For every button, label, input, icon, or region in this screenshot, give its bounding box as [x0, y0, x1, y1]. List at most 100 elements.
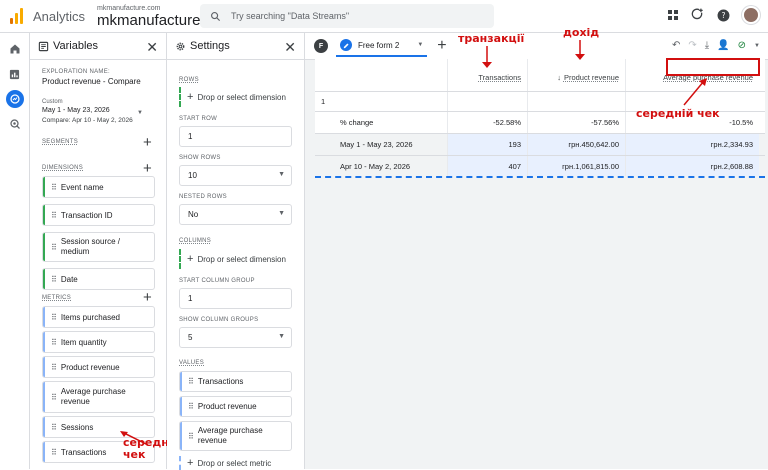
date-custom-label: Custom — [42, 99, 63, 105]
table-header-cell — [315, 59, 448, 91]
search-insights-icon[interactable] — [691, 8, 705, 22]
exploration-name-block[interactable]: EXPLORATION NAME: Product revenue - Comp… — [42, 69, 141, 86]
row-index: 1 — [315, 92, 448, 111]
columns-label: COLUMNS — [179, 238, 212, 244]
show-col-groups-label: SHOW COLUMN GROUPS — [179, 317, 259, 323]
close-icon[interactable]: ✕ — [284, 39, 296, 56]
value-chip[interactable]: ⠿ Transactions — [179, 371, 292, 392]
metric-label: Transactions — [60, 447, 107, 457]
search-icon — [211, 11, 221, 21]
metric-chip[interactable]: ⠿ Average purchase revenue — [42, 381, 155, 413]
drag-handle-icon[interactable]: ⠿ — [51, 393, 57, 402]
table-row[interactable]: May 1 - May 23, 2026 193 грн.450,642.00 … — [315, 134, 765, 156]
drag-handle-icon[interactable]: ⠿ — [51, 183, 57, 192]
rows-drop-label: Drop or select dimension — [197, 92, 286, 102]
metric-label: Average purchase revenue — [60, 386, 126, 406]
drag-handle-icon[interactable]: ⠿ — [188, 402, 194, 411]
metric-chip[interactable]: ⠿ Item quantity — [42, 331, 155, 353]
row-label: May 1 - May 23, 2026 — [315, 134, 448, 155]
tab-free-form-2[interactable]: Free form 2 ▼ — [336, 35, 428, 57]
chevron-down-icon[interactable]: ▼ — [754, 43, 760, 49]
date-range-picker[interactable]: Custom May 1 - May 23, 2026 Compare: Apr… — [42, 99, 155, 124]
add-tab-icon[interactable]: + — [437, 37, 446, 55]
analytics-logo-icon[interactable] — [10, 8, 24, 24]
close-icon[interactable]: ✕ — [146, 39, 158, 56]
dimension-chip[interactable]: ⠿ Event name — [42, 176, 155, 198]
redo-icon[interactable]: ↷ — [688, 40, 696, 51]
add-dimension-icon[interactable]: + — [143, 161, 152, 176]
plus-icon: + — [187, 253, 194, 265]
metric-label: Sessions — [60, 422, 94, 432]
help-icon[interactable]: ? — [717, 9, 730, 22]
download-icon[interactable]: ⤓ — [705, 40, 709, 51]
show-col-groups-select[interactable]: 5 ▼ — [179, 327, 292, 348]
drag-handle-icon[interactable]: ⠿ — [51, 423, 57, 432]
settings-title: Settings — [190, 40, 230, 52]
plus-icon: + — [187, 91, 194, 103]
value-chip[interactable]: ⠿ Product revenue — [179, 396, 292, 417]
show-rows-select[interactable]: 10 ▼ — [179, 165, 292, 186]
drag-handle-icon[interactable]: ⠿ — [188, 432, 194, 441]
drag-handle-icon[interactable]: ⠿ — [51, 363, 57, 372]
drag-handle-icon[interactable]: ⠿ — [51, 211, 57, 220]
explore-icon[interactable] — [5, 90, 24, 108]
nested-rows-value: No — [188, 210, 199, 219]
apps-grid-icon[interactable] — [667, 9, 679, 21]
variables-panel: Variables ✕ EXPLORATION NAME: Product re… — [30, 33, 180, 469]
reports-icon[interactable] — [6, 65, 24, 83]
undo-icon[interactable]: ↶ — [672, 40, 680, 51]
value-label: Transactions — [197, 377, 244, 386]
dimension-marker — [43, 177, 45, 197]
drag-handle-icon[interactable]: ⠿ — [51, 313, 57, 322]
start-row-input[interactable]: 1 — [179, 126, 292, 147]
table-cell: грн.2,334.93 — [626, 134, 759, 155]
drag-handle-icon[interactable]: ⠿ — [51, 243, 57, 252]
segments-label: SEGMENTS — [42, 139, 79, 145]
start-col-group-value: 1 — [188, 294, 193, 303]
dimension-chip[interactable]: ⠿ Date — [42, 268, 155, 290]
drag-handle-icon[interactable]: ⠿ — [51, 338, 57, 347]
values-drop-target[interactable]: + Drop or select metric — [179, 456, 292, 470]
check-circle-icon[interactable]: ⊘ — [738, 40, 746, 51]
dimension-chip[interactable]: ⠿ Session source / medium — [42, 232, 155, 262]
dimension-marker — [43, 233, 45, 261]
table-row[interactable]: Apr 10 - May 2, 2026 407 грн.1,061,815.0… — [315, 156, 765, 178]
share-icon[interactable]: 👤 — [717, 40, 729, 51]
table-cell — [528, 92, 626, 111]
start-row-value: 1 — [188, 132, 193, 141]
drag-handle-icon[interactable]: ⠿ — [51, 275, 57, 284]
nested-rows-label: NESTED ROWS — [179, 194, 227, 200]
chevron-down-icon: ▼ — [137, 110, 143, 116]
home-icon[interactable] — [6, 40, 24, 58]
dimension-marker — [43, 205, 45, 225]
values-label: VALUES — [179, 360, 205, 366]
columns-drop-target[interactable]: + Drop or select dimension — [179, 249, 292, 269]
value-chip[interactable]: ⠿ Average purchase revenue — [179, 421, 292, 451]
table-cell: грн.1,061,815.00 — [528, 156, 626, 176]
drag-handle-icon[interactable]: ⠿ — [51, 448, 57, 457]
chevron-down-icon[interactable]: ▼ — [417, 42, 423, 48]
metric-chip[interactable]: ⠿ Product revenue — [42, 356, 155, 378]
dimension-label: Transaction ID — [60, 210, 113, 220]
avatar[interactable] — [742, 6, 760, 24]
start-col-group-input[interactable]: 1 — [179, 288, 292, 309]
drag-handle-icon[interactable]: ⠿ — [188, 377, 194, 386]
table-cell: -52.58% — [448, 112, 528, 133]
nested-rows-select[interactable]: No ▼ — [179, 204, 292, 225]
dimension-chip[interactable]: ⠿ Transaction ID — [42, 204, 155, 226]
search-input[interactable]: Try searching "Data Streams" — [200, 4, 494, 28]
metric-chip[interactable]: ⠿ Items purchased — [42, 306, 155, 328]
rows-drop-target[interactable]: + Drop or select dimension — [179, 87, 292, 107]
add-segment-icon[interactable]: + — [143, 135, 152, 150]
header-product-revenue[interactable]: ↓ Product revenue — [528, 59, 626, 91]
variables-title: Variables — [53, 40, 99, 52]
annotation-avg-check-table: середній чек — [636, 107, 720, 120]
value-label: Product revenue — [197, 402, 257, 411]
add-metric-icon[interactable]: + — [143, 290, 152, 305]
advertising-icon[interactable] — [6, 115, 24, 133]
header-label: Product revenue — [563, 73, 619, 82]
value-label: Average purchase revenue — [197, 425, 263, 445]
exploration-name-label: EXPLORATION NAME: — [42, 69, 111, 75]
dimension-label: Date — [60, 274, 78, 284]
search-placeholder: Try searching "Data Streams" — [231, 11, 350, 21]
